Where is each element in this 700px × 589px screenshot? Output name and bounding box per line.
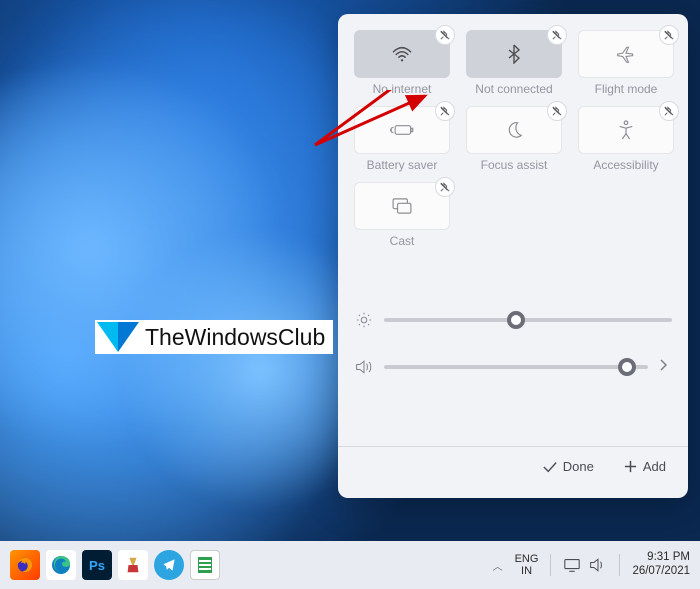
unpin-button-flight[interactable] (659, 25, 679, 45)
panel-footer: Done Add (338, 446, 688, 482)
tile-label: Flight mode (595, 82, 658, 96)
quick-settings-panel: No internet Not connected Flight mode (338, 14, 688, 498)
brightness-slider[interactable] (384, 318, 672, 322)
brightness-slider-row (354, 312, 672, 328)
tile-focus-assist: Focus assist (466, 106, 562, 172)
add-button[interactable]: Add (618, 455, 672, 478)
tile-label: Focus assist (481, 158, 548, 172)
divider (550, 554, 551, 576)
edge-icon (51, 555, 71, 575)
taskbar-app-edge[interactable] (46, 550, 76, 580)
tile-bluetooth: Not connected (466, 30, 562, 96)
volume-flyout-button[interactable] (658, 358, 672, 376)
unpin-icon (664, 30, 674, 40)
unpin-icon (552, 30, 562, 40)
unpin-icon (440, 30, 450, 40)
tile-label: No internet (373, 82, 432, 96)
spreadsheet-icon (197, 556, 213, 574)
tile-flight-mode: Flight mode (578, 30, 674, 96)
tile-label: Battery saver (367, 158, 438, 172)
taskbar-app-libreoffice[interactable] (190, 550, 220, 580)
unpin-button-wifi[interactable] (435, 25, 455, 45)
taskbar-app-ccleaner[interactable] (118, 550, 148, 580)
unpin-icon (440, 106, 450, 116)
cast-icon (392, 198, 412, 214)
language-button[interactable]: ENG IN (515, 553, 539, 577)
wifi-button[interactable] (354, 30, 450, 78)
lang-line2: IN (515, 565, 539, 577)
tile-accessibility: Accessibility (578, 106, 674, 172)
done-button[interactable]: Done (537, 455, 600, 478)
brightness-icon (354, 312, 374, 328)
tray-overflow-button[interactable]: ︿ (493, 558, 503, 573)
unpin-button-bluetooth[interactable] (547, 25, 567, 45)
taskbar-app-telegram[interactable] (154, 550, 184, 580)
watermark: TheWindowsClub (95, 320, 333, 354)
lang-line1: ENG (515, 553, 539, 565)
done-label: Done (563, 459, 594, 474)
unpin-icon (440, 182, 450, 192)
accessibility-button[interactable] (578, 106, 674, 154)
cast-button[interactable] (354, 182, 450, 230)
taskbar-clock[interactable]: 9:31 PM 26/07/2021 (632, 551, 690, 579)
unpin-button-focus[interactable] (547, 101, 567, 121)
bluetooth-icon (507, 44, 521, 64)
taskbar-app-photoshop[interactable]: Ps (82, 550, 112, 580)
clock-time: 9:31 PM (632, 551, 690, 565)
clock-date: 26/07/2021 (632, 565, 690, 579)
unpin-icon (664, 106, 674, 116)
flight-mode-button[interactable] (578, 30, 674, 78)
check-icon (543, 461, 557, 473)
tile-label: Cast (390, 234, 415, 248)
volume-slider-row (354, 358, 672, 376)
wifi-icon (391, 45, 413, 63)
volume-thumb[interactable] (618, 358, 636, 376)
battery-saver-icon (390, 122, 414, 138)
volume-icon (354, 359, 374, 375)
brightness-thumb[interactable] (507, 311, 525, 329)
tile-cast: Cast (354, 182, 450, 248)
taskbar-app-firefox[interactable] (10, 550, 40, 580)
moon-icon (505, 121, 523, 139)
system-tray[interactable] (563, 557, 607, 573)
accessibility-icon (617, 120, 635, 140)
unpin-button-accessibility[interactable] (659, 101, 679, 121)
network-tray-icon (563, 557, 581, 573)
brush-icon (124, 556, 142, 574)
tile-label: Not connected (475, 82, 552, 96)
tile-battery-saver: Battery saver (354, 106, 450, 172)
watermark-logo-icon (97, 322, 139, 352)
add-label: Add (643, 459, 666, 474)
battery-saver-button[interactable] (354, 106, 450, 154)
volume-tray-icon (589, 557, 607, 573)
unpin-button-cast[interactable] (435, 177, 455, 197)
bluetooth-button[interactable] (466, 30, 562, 78)
watermark-text: TheWindowsClub (145, 324, 325, 351)
firefox-icon (16, 556, 34, 574)
tile-grid: No internet Not connected Flight mode (354, 30, 672, 248)
airplane-icon (616, 45, 636, 63)
divider (619, 554, 620, 576)
tile-label: Accessibility (593, 158, 658, 172)
taskbar: Ps ︿ ENG IN 9:31 PM 26/07/2021 (0, 541, 700, 589)
unpin-button-battery[interactable] (435, 101, 455, 121)
volume-slider[interactable] (384, 365, 648, 369)
tile-wifi: No internet (354, 30, 450, 96)
focus-assist-button[interactable] (466, 106, 562, 154)
unpin-icon (552, 106, 562, 116)
plus-icon (624, 460, 637, 473)
telegram-icon (162, 558, 176, 572)
